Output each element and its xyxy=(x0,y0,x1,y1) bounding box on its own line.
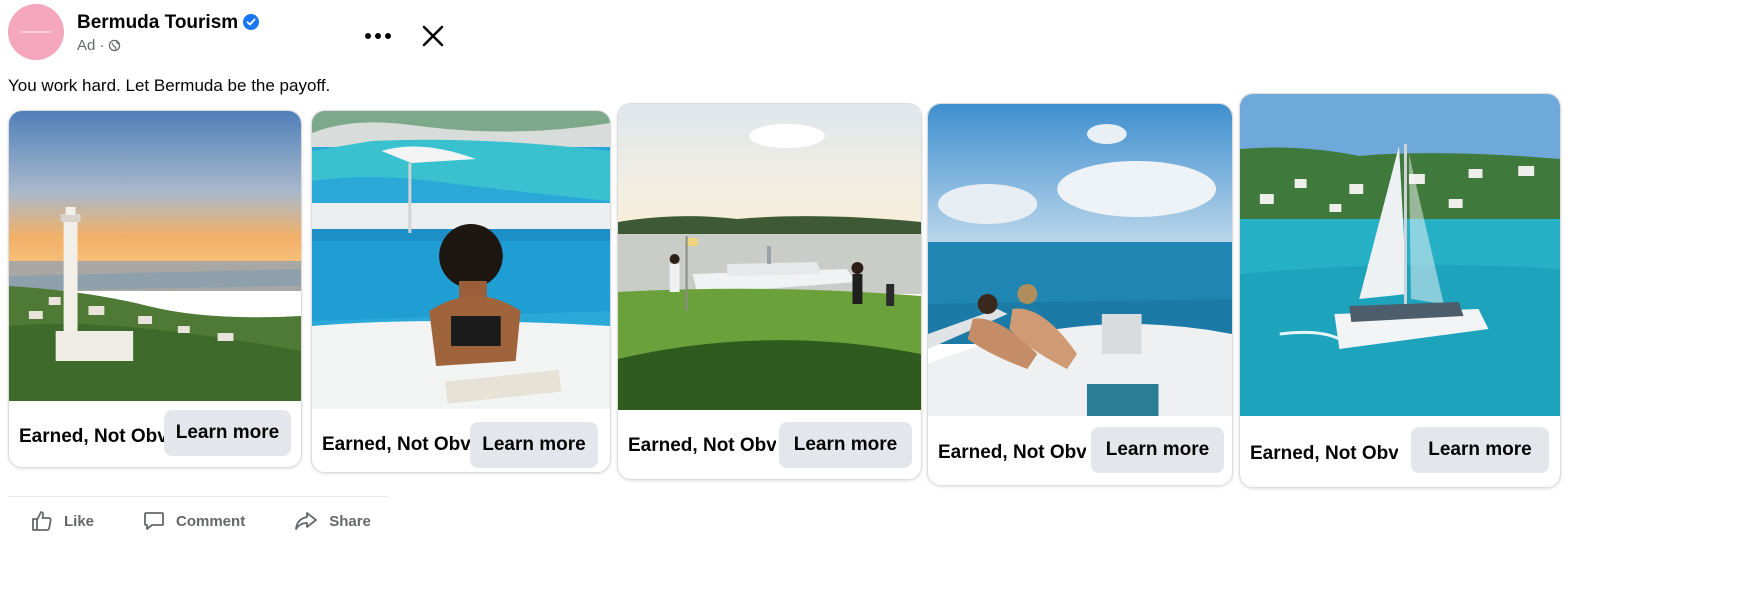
page-name-link[interactable]: Bermuda Tourism xyxy=(77,12,260,34)
carousel-card[interactable]: Earned, Not Obvious Learn more xyxy=(311,110,611,473)
golf-green-yacht-photo[interactable] xyxy=(618,104,921,410)
post-meta: Ad · xyxy=(77,37,121,54)
card-headline: Earned, Not Obvious xyxy=(19,426,167,447)
share-label: Share xyxy=(329,512,371,530)
more-options-button[interactable] xyxy=(358,16,398,56)
learn-more-button[interactable]: Learn more xyxy=(164,410,291,456)
sponsored-label[interactable]: Ad · xyxy=(77,37,105,54)
globe-icon xyxy=(108,39,120,52)
carousel-card[interactable]: Earned, Not Obvious Learn more xyxy=(617,103,922,480)
post-header: Bermuda Tourism Ad · xyxy=(8,4,448,60)
comment-button[interactable]: Comment xyxy=(142,509,245,533)
catamaran-bay-photo[interactable] xyxy=(1240,94,1560,416)
card-headline: Earned, Not Obvious xyxy=(938,442,1086,463)
page-name[interactable]: Bermuda Tourism xyxy=(77,12,238,33)
card-headline: Earned, Not Obvious xyxy=(322,434,470,455)
carousel-card[interactable]: Earned, Not Obvious Learn more xyxy=(1239,93,1561,488)
close-button[interactable] xyxy=(413,16,453,56)
page-avatar[interactable] xyxy=(8,4,64,60)
comment-label: Comment xyxy=(176,512,246,530)
lighthouse-sunset-photo[interactable] xyxy=(9,111,301,401)
like-button[interactable]: Like xyxy=(30,509,94,533)
more-options-icon xyxy=(365,33,391,39)
woman-pool-edge-photo[interactable] xyxy=(312,111,610,409)
actions-divider xyxy=(8,496,388,497)
card-headline: Earned, Not Obvious xyxy=(1250,443,1398,464)
learn-more-button[interactable]: Learn more xyxy=(779,422,912,468)
card-headline: Earned, Not Obvious xyxy=(628,435,776,456)
learn-more-button[interactable]: Learn more xyxy=(1091,427,1224,473)
verified-badge-icon xyxy=(243,14,260,30)
close-icon xyxy=(422,25,444,47)
couple-boat-bow-photo[interactable] xyxy=(928,104,1232,416)
post-caption: You work hard. Let Bermuda be the payoff… xyxy=(8,76,331,95)
share-button[interactable]: Share xyxy=(293,509,371,533)
carousel-card[interactable]: Earned, Not Obvious Learn more xyxy=(8,110,302,468)
learn-more-button[interactable]: Learn more xyxy=(1411,427,1549,473)
like-label: Like xyxy=(64,512,95,530)
carousel-card[interactable]: Earned, Not Obvious Learn more xyxy=(927,103,1233,486)
post-actions: Like Comment Share xyxy=(30,506,419,536)
like-icon xyxy=(32,511,52,531)
share-icon xyxy=(295,512,318,530)
learn-more-button[interactable]: Learn more xyxy=(470,422,598,468)
comment-icon xyxy=(144,512,164,530)
